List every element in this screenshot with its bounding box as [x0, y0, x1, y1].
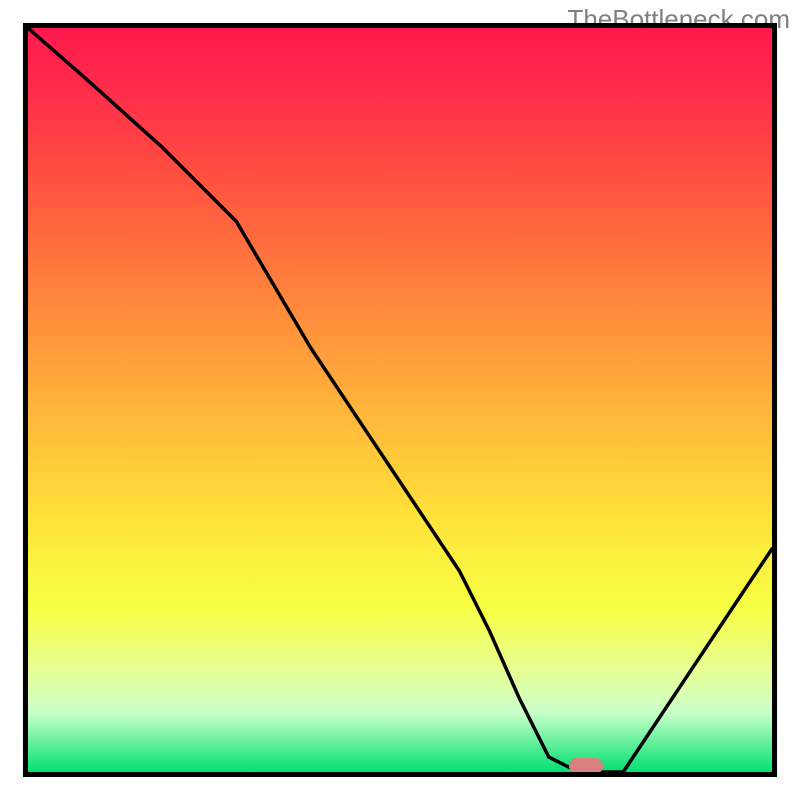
- bottleneck-chart: TheBottleneck.com: [0, 0, 800, 800]
- optimal-marker: [569, 758, 603, 772]
- watermark-text: TheBottleneck.com: [567, 4, 790, 35]
- bottleneck-curve-path: [28, 28, 772, 772]
- curve-layer: [28, 28, 772, 772]
- plot-area: [28, 28, 772, 772]
